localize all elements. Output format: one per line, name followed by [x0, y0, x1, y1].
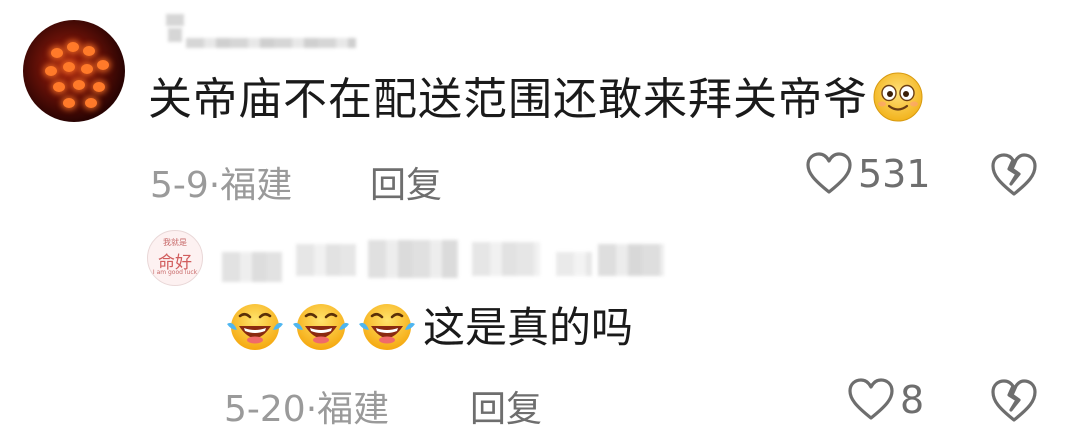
heart-outline-icon — [806, 152, 852, 194]
reply-text: 这是真的吗 — [423, 303, 634, 352]
laughing-crying-emoji-icon — [293, 304, 349, 350]
smile-emoji-icon — [873, 72, 923, 122]
comment-body: 关帝庙不在配送范围还敢来拜关帝爷 — [148, 70, 924, 130]
laughing-crying-emoji-icon — [359, 304, 415, 350]
comment-location: 福建 — [220, 165, 293, 206]
reply-button[interactable]: 回复 — [470, 380, 542, 432]
reply-button[interactable]: 回复 — [370, 156, 442, 208]
reply-date: 5-20· — [224, 389, 318, 430]
avatar[interactable] — [23, 20, 125, 122]
like-button[interactable]: 8 — [848, 378, 924, 422]
like-count: 8 — [900, 378, 925, 422]
reply-meta: 5-20·福建 — [224, 380, 389, 432]
comment-text: 关帝庙不在配送范围还敢来拜关帝爷 — [148, 74, 868, 125]
reply-avatar[interactable]: 我就是 命好 I am good luck — [147, 230, 203, 286]
comment-meta: 5-9·福建 — [150, 156, 292, 208]
like-button[interactable]: 531 — [806, 152, 931, 196]
comment-date: 5-9· — [150, 165, 221, 206]
broken-heart-icon[interactable] — [990, 378, 1038, 424]
laughing-crying-emoji-icon — [227, 304, 283, 350]
avatar-subcaption: I am good luck — [152, 269, 198, 276]
heart-outline-icon — [848, 378, 894, 420]
reply-location: 福建 — [317, 389, 390, 430]
like-count: 531 — [858, 152, 931, 196]
avatar-caption: 我就是 — [163, 238, 187, 247]
reply-body: 这是真的吗 — [225, 298, 633, 358]
broken-heart-icon[interactable] — [990, 152, 1038, 198]
comment-thread: 关帝庙不在配送范围还敢来拜关帝爷 5-9·福建 回复 531 我就是 命好 I … — [0, 0, 1080, 441]
